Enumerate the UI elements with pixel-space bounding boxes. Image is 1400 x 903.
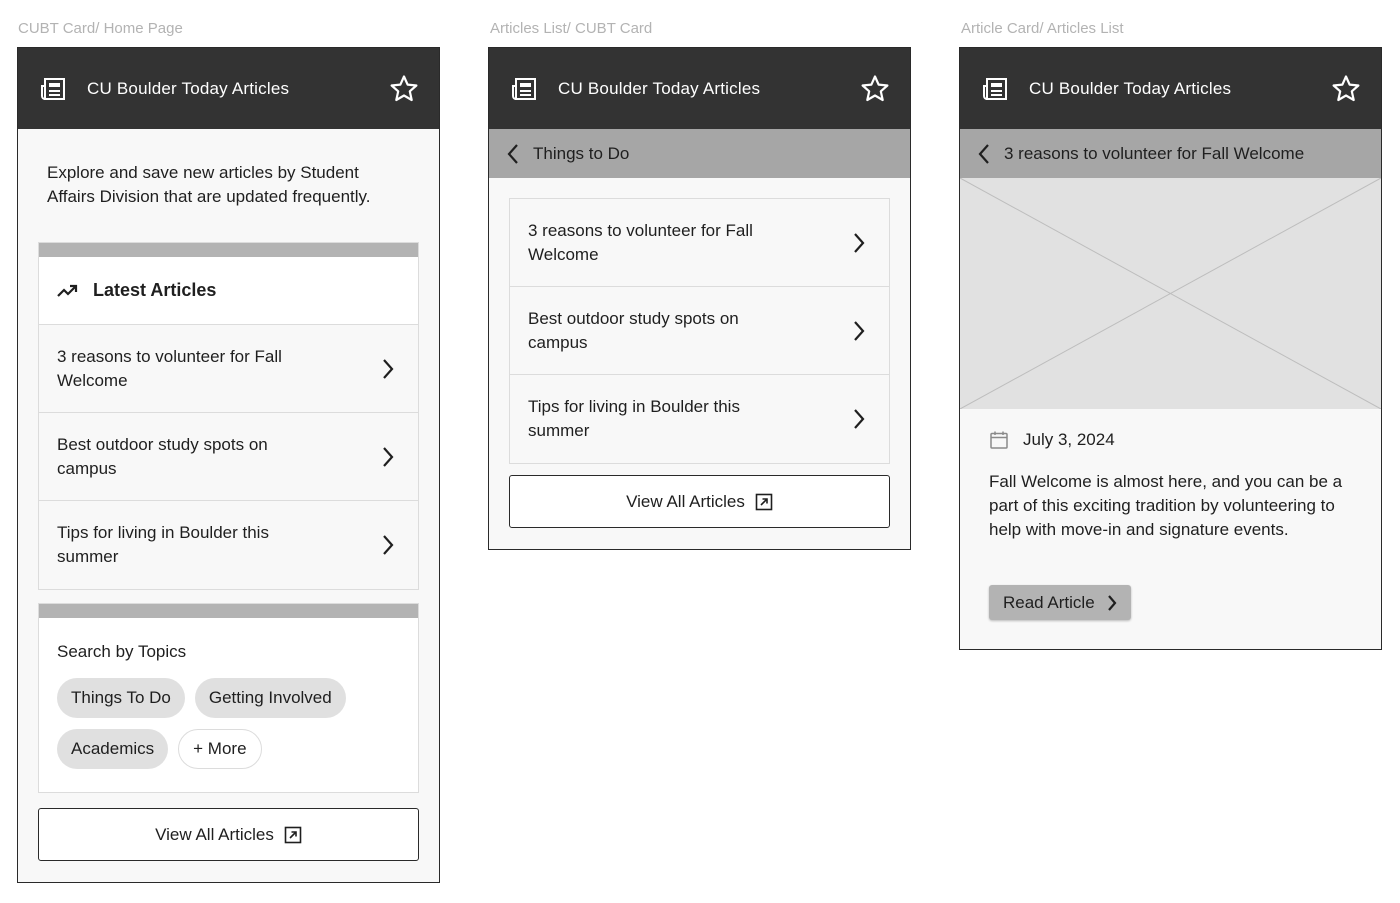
read-article-button[interactable]: Read Article [989,585,1131,620]
topic-chips: Things To Do Getting Involved Academics … [39,678,418,769]
calendar-icon [989,430,1009,450]
chevron-right-icon [853,232,865,254]
view-all-label: View All Articles [155,824,274,844]
article-card: CU Boulder Today Articles 3 reasons to v… [959,47,1382,650]
star-icon[interactable] [860,74,890,104]
image-placeholder [959,177,1382,410]
article-title: 3 reasons to volunteer for Fall Welcome [57,346,282,390]
back-navigation[interactable]: Things to Do [489,129,910,178]
frame-label-home: CUBT Card/ Home Page [18,20,183,37]
latest-articles-title: Latest Articles [93,280,217,300]
external-link-icon [284,826,302,844]
latest-articles-list: 3 reasons to volunteer for Fall Welcome … [39,325,418,589]
article-title: Best outdoor study spots on campus [57,434,268,478]
articles-list-card: CU Boulder Today Articles Things to Do 3… [488,47,911,550]
header-title: CU Boulder Today Articles [87,78,290,98]
article-title: Best outdoor study spots on campus [528,308,739,352]
more-topics-button[interactable]: + More [178,729,262,769]
star-icon[interactable] [389,74,419,104]
topic-chip-getting-involved[interactable]: Getting Involved [194,678,346,718]
newspaper-icon [40,77,66,101]
back-navigation[interactable]: 3 reasons to volunteer for Fall Welcome [960,129,1381,178]
date-row: July 3, 2024 [989,430,1115,450]
list-item[interactable]: Tips for living in Boulder this summer [39,501,418,589]
list-item[interactable]: Tips for living in Boulder this summer [510,375,889,463]
list-item[interactable]: 3 reasons to volunteer for Fall Welcome [510,199,889,287]
topics-title: Search by Topics [57,642,187,661]
article-title: 3 reasons to volunteer for Fall Welcome [528,220,753,264]
list-item[interactable]: Best outdoor study spots on campus [510,287,889,375]
intro-text: Explore and save new articles by Student… [47,163,371,206]
external-link-icon [755,493,773,511]
chevron-left-icon[interactable] [978,143,990,165]
chevron-right-icon [382,446,394,468]
latest-articles-header: Latest Articles [39,257,418,325]
view-all-articles-button[interactable]: View All Articles [509,475,890,528]
topic-chip-things-to-do[interactable]: Things To Do [57,678,185,718]
frame-label-article: Article Card/ Articles List [961,20,1124,37]
home-card: CU Boulder Today Articles Explore and sa… [17,47,440,883]
latest-articles-section: Latest Articles 3 reasons to volunteer f… [38,242,419,590]
star-icon[interactable] [1331,74,1361,104]
chevron-left-icon[interactable] [507,143,519,165]
frame-label-list: Articles List/ CUBT Card [490,20,653,37]
list-item[interactable]: Best outdoor study spots on campus [39,413,418,501]
view-all-label: View All Articles [626,491,745,511]
article-title: Tips for living in Boulder this summer [528,397,740,440]
card-header: CU Boulder Today Articles [489,48,910,129]
back-title: Things to Do [533,143,630,163]
article-date: July 3, 2024 [1023,430,1115,449]
article-description: Fall Welcome is almost here, and you can… [989,472,1343,539]
section-divider [39,604,418,618]
section-divider [39,243,418,257]
chevron-right-icon [382,358,394,380]
newspaper-icon [511,77,537,101]
article-title: Tips for living in Boulder this summer [57,523,269,566]
card-header: CU Boulder Today Articles [960,48,1381,129]
chevron-right-icon [853,320,865,342]
topic-chip-academics[interactable]: Academics [57,729,169,769]
header-title: CU Boulder Today Articles [1029,78,1232,98]
chevron-right-icon [853,408,865,430]
topics-section: Search by Topics Things To Do Getting In… [38,603,419,793]
view-all-articles-button[interactable]: View All Articles [38,808,419,861]
read-article-label: Read Article [1003,592,1095,612]
trending-up-icon [57,284,79,298]
newspaper-icon [982,77,1008,101]
chevron-right-icon [382,534,394,556]
articles-list: 3 reasons to volunteer for Fall Welcome … [509,198,890,464]
chevron-right-icon [1107,594,1117,612]
list-item[interactable]: 3 reasons to volunteer for Fall Welcome [39,325,418,413]
back-title: 3 reasons to volunteer for Fall Welcome [1004,143,1305,163]
header-title: CU Boulder Today Articles [558,78,761,98]
card-header: CU Boulder Today Articles [18,48,439,129]
